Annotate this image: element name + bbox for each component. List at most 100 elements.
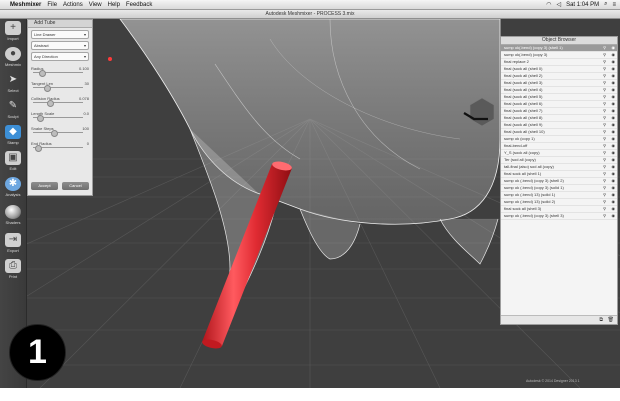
object-row[interactable]: sump ok (.bend) (copy 3) (shell 2) ⚲ ◉ xyxy=(501,178,617,185)
object-row[interactable]: final sock all (shell 1) ⚲ ◉ xyxy=(501,171,617,178)
param-value[interactable]: 0.100 xyxy=(79,66,89,71)
lock-icon[interactable]: ⚲ xyxy=(603,185,606,191)
tool-meshmix[interactable]: ● Meshmix xyxy=(2,47,24,71)
eye-icon[interactable]: ◉ xyxy=(612,199,616,205)
volume-icon[interactable]: ◁ xyxy=(556,1,561,8)
object-row[interactable]: final replace 2 ⚲ ◉ xyxy=(501,59,617,66)
lock-icon[interactable]: ⚲ xyxy=(603,52,606,58)
slider-knob[interactable] xyxy=(37,115,44,122)
eye-icon[interactable]: ◉ xyxy=(612,164,616,170)
tool-print[interactable]: ⎙ Print xyxy=(2,259,24,283)
lock-icon[interactable]: ⚲ xyxy=(603,94,606,100)
slider-knob[interactable] xyxy=(39,70,46,77)
object-row[interactable]: final (sock all (shell 4) ⚲ ◉ xyxy=(501,87,617,94)
duplicate-icon[interactable]: ⧉ xyxy=(599,317,603,323)
eye-icon[interactable]: ◉ xyxy=(612,178,616,184)
lock-icon[interactable]: ⚲ xyxy=(603,59,606,65)
menu-help[interactable]: Help xyxy=(108,2,120,8)
object-row[interactable]: final (sock all (shell 0) ⚲ ◉ xyxy=(501,66,617,73)
slider-knob[interactable] xyxy=(44,85,51,92)
eye-icon[interactable]: ◉ xyxy=(612,108,616,114)
eye-icon[interactable]: ◉ xyxy=(612,45,616,51)
lock-icon[interactable]: ⚲ xyxy=(603,115,606,121)
accept-button[interactable]: Accept xyxy=(31,182,58,190)
clock[interactable]: Sat 1:04 PM xyxy=(566,2,599,8)
lock-icon[interactable]: ⚲ xyxy=(603,129,606,135)
menu-actions[interactable]: Actions xyxy=(63,2,83,8)
object-row[interactable]: final (sock all (shell 10) ⚲ ◉ xyxy=(501,129,617,136)
eye-icon[interactable]: ◉ xyxy=(612,171,616,177)
direction-dropdown[interactable]: Any Direction ▾ xyxy=(31,52,89,61)
lock-icon[interactable]: ⚲ xyxy=(603,101,606,107)
mode-dropdown[interactable]: Line Drawer ▾ xyxy=(31,30,89,39)
wifi-icon[interactable]: ◠ xyxy=(546,1,551,8)
type-dropdown[interactable]: Abstract ▾ xyxy=(31,41,89,50)
lock-icon[interactable]: ⚲ xyxy=(603,213,606,219)
object-row[interactable]: final (sock all (shell 7) ⚲ ◉ xyxy=(501,108,617,115)
eye-icon[interactable]: ◉ xyxy=(612,157,616,163)
object-row[interactable]: sump ok (.bend) 13) (solid 1) ⚲ ◉ xyxy=(501,192,617,199)
lock-icon[interactable]: ⚲ xyxy=(603,171,606,177)
eye-icon[interactable]: ◉ xyxy=(612,143,616,149)
param-value[interactable]: 100 xyxy=(82,126,89,131)
object-row[interactable]: Ter (sod all (copy) ⚲ ◉ xyxy=(501,157,617,164)
eye-icon[interactable]: ◉ xyxy=(612,115,616,121)
lock-icon[interactable]: ⚲ xyxy=(603,150,606,156)
lock-icon[interactable]: ⚲ xyxy=(603,87,606,93)
lock-icon[interactable]: ⚲ xyxy=(603,157,606,163)
eye-icon[interactable]: ◉ xyxy=(612,206,616,212)
tool-stamp[interactable]: ◆ Stamp xyxy=(2,125,24,149)
lock-icon[interactable]: ⚲ xyxy=(603,192,606,198)
eye-icon[interactable]: ◉ xyxy=(612,122,616,128)
tangent-slider[interactable] xyxy=(33,87,83,88)
eye-icon[interactable]: ◉ xyxy=(612,136,616,142)
object-row[interactable]: tall-final (also) sod all (copy) ⚲ ◉ xyxy=(501,164,617,171)
object-row[interactable]: sump ok (.bend) (copy 3) (solid 1) ⚲ ◉ xyxy=(501,185,617,192)
object-row[interactable]: final (sock all (shell 3) ⚲ ◉ xyxy=(501,80,617,87)
lock-icon[interactable]: ⚲ xyxy=(603,66,606,72)
eye-icon[interactable]: ◉ xyxy=(612,213,616,219)
param-value[interactable]: 0.078 xyxy=(79,96,89,101)
tool-select[interactable]: ➤ Select xyxy=(2,73,24,97)
eye-icon[interactable]: ◉ xyxy=(612,150,616,156)
eye-icon[interactable]: ◉ xyxy=(612,129,616,135)
lock-icon[interactable]: ⚲ xyxy=(603,45,606,51)
object-row[interactable]: final (sock all (shell 6) ⚲ ◉ xyxy=(501,101,617,108)
eye-icon[interactable]: ◉ xyxy=(612,66,616,72)
param-value[interactable]: 0.0 xyxy=(83,111,89,116)
trash-icon[interactable]: 🗑 xyxy=(608,317,614,323)
menu-view[interactable]: View xyxy=(89,2,102,8)
object-row[interactable]: final-bend-off ⚲ ◉ xyxy=(501,143,617,150)
search-icon[interactable]: ⌕ xyxy=(604,1,607,8)
lock-icon[interactable]: ⚲ xyxy=(603,136,606,142)
lock-icon[interactable]: ⚲ xyxy=(603,122,606,128)
tool-import[interactable]: + Import xyxy=(2,21,24,45)
eye-icon[interactable]: ◉ xyxy=(612,192,616,198)
menu-list-icon[interactable]: ≡ xyxy=(612,2,616,8)
eye-icon[interactable]: ◉ xyxy=(612,73,616,79)
object-row[interactable]: sump ok(.bend) (copy 3) (shell 1) ⚲ ◉ xyxy=(501,45,617,52)
lock-icon[interactable]: ⚲ xyxy=(603,80,606,86)
slider-knob[interactable] xyxy=(47,100,54,107)
lock-icon[interactable]: ⚲ xyxy=(603,108,606,114)
tool-edit[interactable]: ▣ Edit xyxy=(2,151,24,175)
eye-icon[interactable]: ◉ xyxy=(612,52,616,58)
lock-icon[interactable]: ⚲ xyxy=(603,178,606,184)
lock-icon[interactable]: ⚲ xyxy=(603,206,606,212)
lock-icon[interactable]: ⚲ xyxy=(603,73,606,79)
tool-export[interactable]: ⇥ Export xyxy=(2,233,24,257)
lock-icon[interactable]: ⚲ xyxy=(603,164,606,170)
slider-knob[interactable] xyxy=(35,145,42,152)
eye-icon[interactable]: ◉ xyxy=(612,59,616,65)
eye-icon[interactable]: ◉ xyxy=(612,101,616,107)
param-value[interactable]: 0 xyxy=(87,141,89,146)
eye-icon[interactable]: ◉ xyxy=(612,185,616,191)
object-row[interactable]: final (sock all (shell 8) ⚲ ◉ xyxy=(501,115,617,122)
lock-icon[interactable]: ⚲ xyxy=(603,199,606,205)
collision-slider[interactable] xyxy=(33,102,83,103)
object-row[interactable]: final (sock all (shell 2) ⚲ ◉ xyxy=(501,73,617,80)
object-row[interactable]: final (sock all (shell 9) ⚲ ◉ xyxy=(501,122,617,129)
lock-icon[interactable]: ⚲ xyxy=(603,143,606,149)
app-menu[interactable]: Meshmixer xyxy=(10,2,41,8)
object-row[interactable]: sump ok (.bend) 13) (solid 2) ⚲ ◉ xyxy=(501,199,617,206)
